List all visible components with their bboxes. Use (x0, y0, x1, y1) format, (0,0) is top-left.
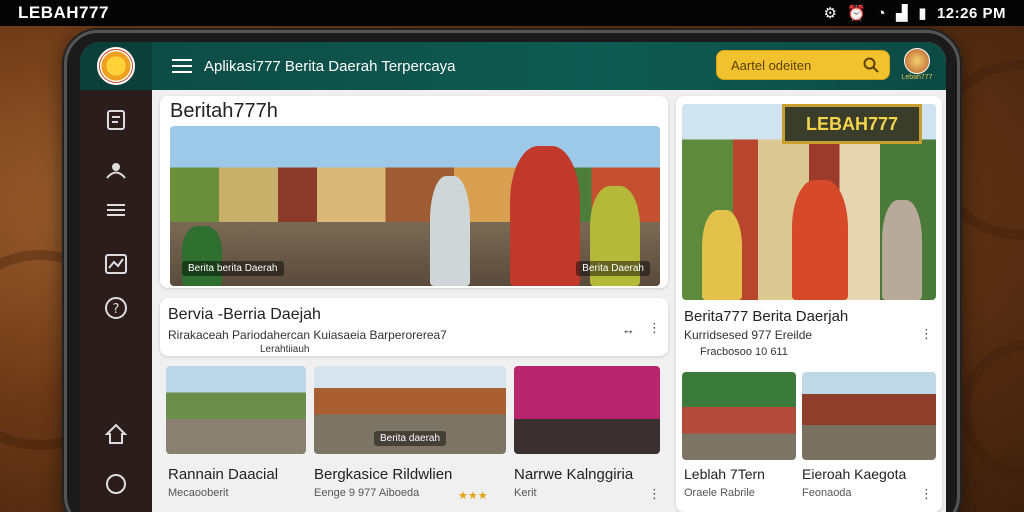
logo-container (80, 42, 152, 90)
app-logo (97, 47, 135, 85)
thumb-sub-1: Mecaooberit (168, 487, 229, 499)
page-title: Beritah777h (170, 100, 278, 122)
right-section-sub-1: Kurridsesed 977 Ereilde (684, 328, 813, 342)
thumb-title-1[interactable]: Rannain Daacial (168, 466, 278, 483)
circle-icon[interactable] (100, 468, 132, 500)
thumb-image-2[interactable]: Berita daerah (314, 366, 506, 454)
menu-icon[interactable] (172, 59, 192, 73)
status-carrier: LEBAH777 (18, 3, 109, 22)
avatar-label: Lebah777 (901, 74, 933, 81)
right-thumb-sub-1: Oraele Rabrile (684, 487, 755, 499)
svg-text:?: ? (113, 302, 120, 317)
share-icon[interactable]: ↔ (622, 322, 636, 337)
search-bar[interactable]: Aartel odeiten (716, 50, 890, 80)
right-section-title[interactable]: Berita777 Berita Daerjah (684, 308, 848, 325)
alarm-icon: ⏰ (847, 5, 867, 22)
user-icon[interactable] (100, 154, 132, 186)
hero-caption-right: Berita Daerah (576, 261, 650, 276)
status-bar: LEBAH777 ⚙ ⏰ ◔ ▟ ▮ 12:26 PM (0, 0, 1024, 26)
chart-icon[interactable] (100, 248, 132, 280)
hero-photo[interactable]: Berita berita Daerah Berita Daerah (170, 126, 660, 286)
thumb-image-1[interactable] (166, 366, 306, 454)
right-thumb-title-1[interactable]: Leblah 7Tern (684, 466, 765, 482)
avatar-image (904, 48, 930, 74)
wifi-icon: ◔ (876, 4, 887, 22)
search-input[interactable]: Aartel odeiten (727, 58, 863, 73)
right-thumb-image-1[interactable] (682, 372, 796, 460)
person-figure (882, 200, 922, 300)
right-thumb-image-2[interactable] (802, 372, 936, 460)
person-figure (510, 146, 580, 286)
document-icon[interactable] (100, 104, 132, 136)
thumb-caption: Berita daerah (374, 431, 447, 446)
app-title: Aplikasi777 Berita Daerah Terpercaya (204, 57, 456, 75)
section-subtitle-2: Lerahtiiauh (260, 344, 310, 355)
thumb-image-3[interactable] (514, 366, 660, 454)
section-title: Bervia -Berria Daejah (168, 306, 321, 323)
section-subtitle: Rirakaceah Pariodahercan Kuiasaeia Barpe… (168, 328, 447, 342)
hero-caption-left: Berita berita Daerah (182, 261, 284, 276)
home-icon[interactable] (100, 418, 132, 450)
more-options-icon[interactable]: ⋮ (648, 320, 662, 336)
right-hero-photo[interactable]: LEBAH777 (682, 104, 936, 300)
right-thumb-sub-2: Feonaoda (802, 487, 852, 499)
more-options-icon[interactable]: ⋮ (920, 326, 934, 342)
thumb-title-3[interactable]: Narrwe Kalnggiria (514, 466, 633, 483)
thumb-sub-2: Eenge 9 977 Aiboeda (314, 487, 420, 499)
more-options-icon[interactable]: ⋮ (648, 486, 662, 502)
battery-icon: ▮ (918, 5, 927, 22)
person-figure (430, 176, 470, 286)
status-time: 12:26 PM (936, 4, 1006, 22)
thumb-sub-3: Kerit (514, 487, 537, 499)
help-icon[interactable]: ? (100, 292, 132, 324)
search-icon[interactable] (863, 57, 879, 73)
profile-avatar[interactable]: Lebah777 (900, 48, 934, 84)
right-thumb-title-2[interactable]: Eieroah Kaegota (802, 466, 906, 482)
person-figure (182, 226, 222, 286)
settings-icon: ⚙ (823, 5, 838, 22)
app-screen: Aplikasi777 Berita Daerah Terpercaya Aar… (80, 42, 946, 512)
person-figure (792, 180, 848, 300)
more-options-icon[interactable]: ⋮ (920, 486, 934, 502)
signal-icon: ▟ (896, 5, 909, 22)
right-section-sub-2: Fracbosoo 10 611 (700, 346, 788, 358)
rating-stars: ★★★ (458, 490, 488, 502)
person-figure (702, 210, 742, 300)
banner-sign: LEBAH777 (782, 104, 922, 144)
thumb-title-2[interactable]: Bergkasice Rildwlien (314, 466, 452, 483)
list-icon[interactable] (100, 194, 132, 226)
